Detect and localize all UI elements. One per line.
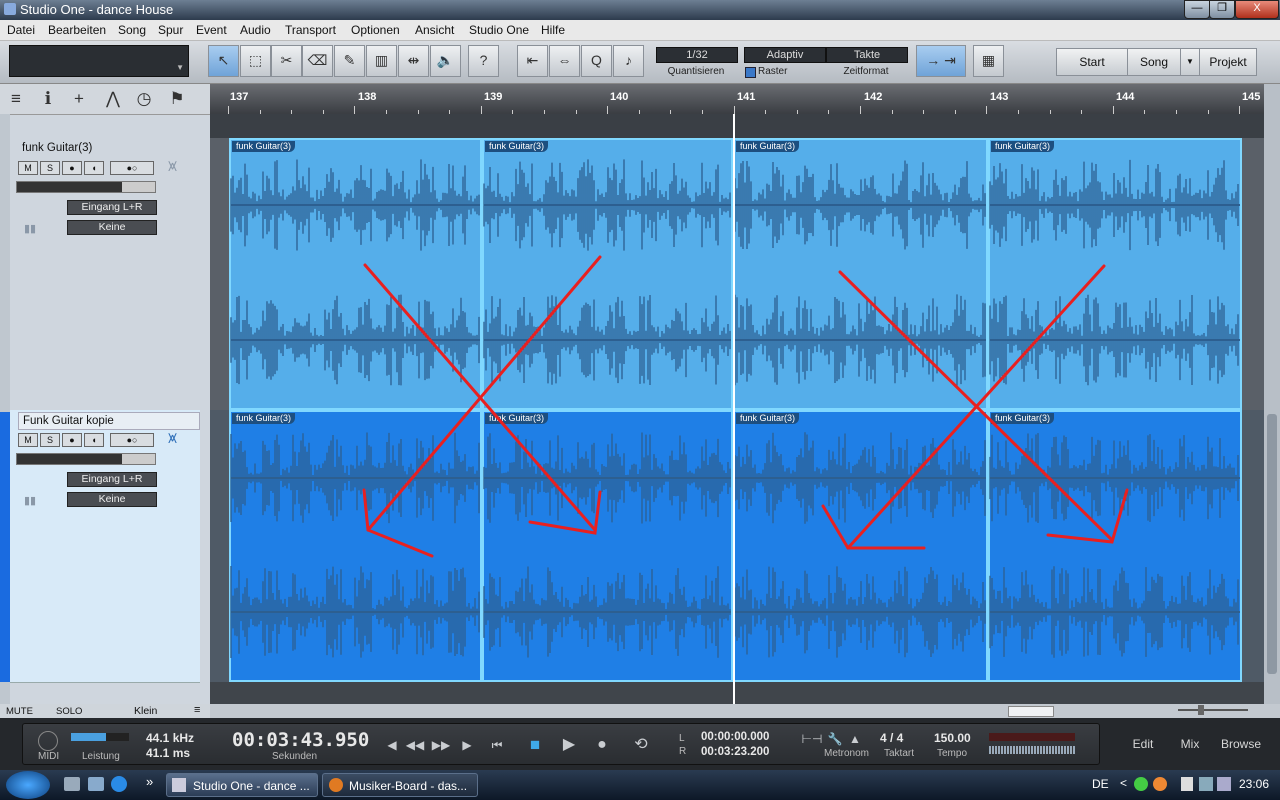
volume-icon[interactable] (1217, 777, 1231, 791)
performance-label: Leistung (82, 751, 120, 762)
next-marker-icon[interactable]: ▶ (456, 736, 478, 754)
loop-end[interactable]: 00:03:23.200 (701, 746, 769, 758)
browse-button[interactable]: Browse (1218, 727, 1264, 761)
mute-all-toggle[interactable]: MUTE (6, 706, 33, 717)
output-meter (989, 733, 1075, 741)
horizontal-scroll-thumb[interactable] (1008, 706, 1054, 717)
output-level-meter (989, 746, 1075, 754)
record-icon[interactable]: ● (591, 736, 613, 754)
rewind-icon[interactable]: ◀◀ (404, 736, 426, 754)
loop-start[interactable]: 00:00:00.000 (701, 731, 769, 743)
sample-rate: 44.1 kHz (146, 731, 195, 745)
time-format-label: Sekunden (272, 751, 318, 762)
solo-all-toggle[interactable]: SOLO (56, 706, 82, 717)
menu-lines-icon[interactable]: ≡ (194, 704, 200, 716)
track-size-select[interactable]: Klein (134, 705, 157, 717)
studio-one-icon (172, 778, 186, 792)
network-icon[interactable] (1199, 777, 1213, 791)
vertical-scrollbar[interactable] (1264, 84, 1280, 706)
tray-app-icon[interactable] (1134, 777, 1148, 791)
play-icon[interactable]: ▶ (558, 736, 580, 754)
start-orb-icon[interactable] (6, 771, 50, 799)
tempo-label: Tempo (937, 748, 968, 759)
track-list-footer: MUTE SOLO Klein ≡ (0, 704, 210, 718)
time-signature-label: Taktart (884, 748, 915, 759)
stop-icon[interactable]: ■ (524, 736, 546, 754)
prev-marker-icon[interactable]: ◀ (381, 736, 403, 754)
performance-meter (71, 733, 129, 741)
mix-button[interactable]: Mix (1167, 727, 1213, 761)
language-indicator[interactable]: DE (1092, 777, 1109, 791)
edit-button[interactable]: Edit (1120, 727, 1166, 761)
midi-label: MIDI (38, 751, 60, 762)
clock[interactable]: 23:06 (1239, 777, 1269, 791)
latency: 41.1 ms (146, 746, 191, 760)
vertical-scroll-thumb[interactable] (1267, 414, 1277, 674)
tempo-value[interactable]: 150.00 (934, 731, 971, 745)
task-firefox[interactable]: Musiker-Board - das... (322, 773, 478, 797)
red-annotation-arrows (362, 255, 1129, 558)
more-chevron-icon[interactable]: » (146, 774, 153, 789)
loop-right-label: R (679, 746, 687, 757)
tray-device-icon[interactable] (1181, 777, 1193, 791)
wrench-icon[interactable]: 🔧 (824, 730, 846, 748)
fast-forward-icon[interactable]: ▶▶ (430, 736, 452, 754)
midi-icon (38, 731, 58, 751)
metronome-label: Metronom (824, 748, 870, 759)
return-to-zero-icon[interactable]: ⏮ (486, 736, 508, 754)
ie-icon[interactable] (111, 776, 127, 792)
firefox-icon (329, 778, 343, 792)
tray-chevron-icon[interactable]: < (1120, 776, 1127, 790)
loop-icon[interactable]: ⟲ (624, 736, 658, 754)
explorer-icon[interactable] (88, 777, 104, 791)
task-studio-one[interactable]: Studio One - dance ... (166, 773, 318, 797)
loop-left-label: L (679, 733, 685, 744)
desktop-icon[interactable] (64, 777, 80, 791)
horizontal-scrollbar[interactable] (210, 704, 1280, 718)
playhead-cursor[interactable] (733, 114, 735, 704)
metronome-icon[interactable]: ▲ (844, 730, 866, 748)
zoom-slider[interactable] (1158, 705, 1268, 715)
time-display[interactable]: 00:03:43.950 (232, 729, 369, 751)
precount-icon[interactable]: ⊢⊣ (801, 730, 823, 748)
time-signature[interactable]: 4 / 4 (880, 731, 903, 745)
tray-app-icon[interactable] (1153, 777, 1167, 791)
